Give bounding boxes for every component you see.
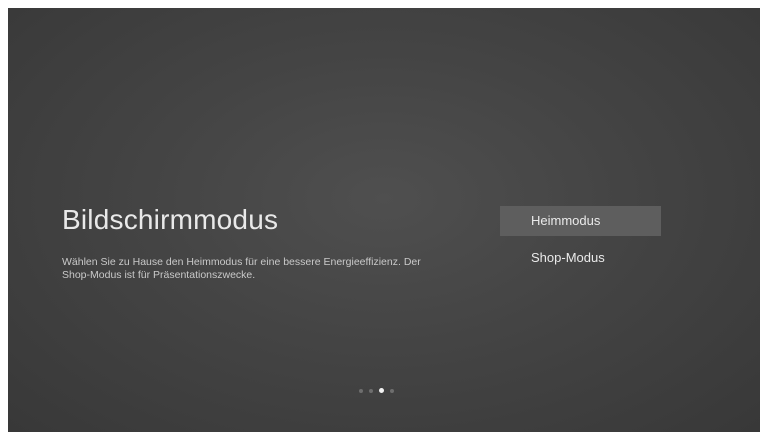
pagination-dot-3-active	[379, 388, 384, 393]
page-description: Wählen Sie zu Hause den Heimmodus für ei…	[62, 256, 421, 281]
page-title: Bildschirmmodus	[62, 204, 279, 235]
pagination-dot-2	[369, 388, 373, 393]
pagination-dot-4	[390, 388, 394, 393]
option-heimmodus[interactable]: Heimmodus	[500, 206, 661, 236]
setup-screen: Bildschirmmodus Wählen Sie zu Hause den …	[8, 8, 760, 432]
pagination-dots	[359, 388, 394, 393]
mode-options-list: Heimmodus Shop-Modus	[500, 206, 661, 280]
option-shop-modus[interactable]: Shop-Modus	[500, 243, 661, 273]
pagination-dot-1	[359, 388, 363, 393]
